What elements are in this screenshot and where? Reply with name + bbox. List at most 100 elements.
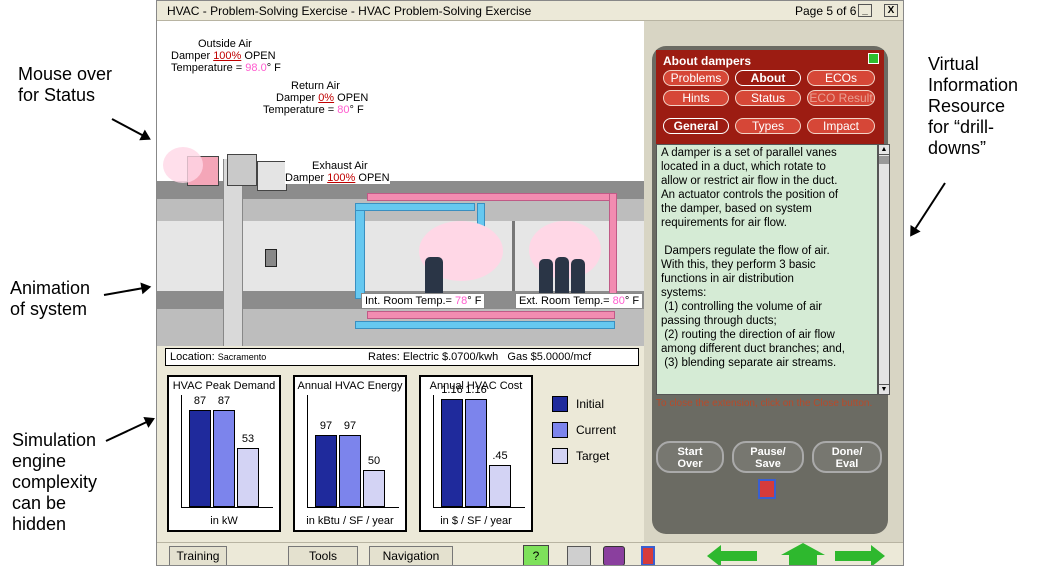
chart-bar-target (363, 470, 385, 507)
window-title: HVAC - Problem-Solving Exercise - HVAC P… (167, 4, 532, 18)
label: ° F (467, 295, 482, 307)
wall-switch-icon (265, 249, 277, 267)
chart-bar-value: 1.16 (465, 384, 487, 396)
label: OPEN (355, 172, 390, 184)
tab-about[interactable]: About (735, 70, 801, 86)
int-room-temp[interactable]: Int. Room Temp.= 78° F (361, 293, 486, 309)
navigation-button[interactable]: Navigation (369, 546, 453, 565)
close-message: To close the extension, click on the Clo… (656, 398, 873, 409)
occupant-icon (425, 257, 443, 293)
chart-bar-value: 1.16 (441, 384, 463, 396)
home-icon[interactable] (781, 543, 825, 566)
panel-title: About dampers (663, 54, 752, 68)
training-indicator: Training (169, 546, 227, 565)
label: Damper (276, 92, 319, 104)
return-air-status[interactable]: Return Air Damper 0% OPEN Temperature = … (263, 80, 368, 116)
minimize-button[interactable]: _ (858, 4, 872, 17)
back-arrow-icon[interactable] (707, 545, 757, 566)
chart-bar-value: 87 (217, 395, 231, 407)
scrollbar[interactable]: ▲ ▼ (878, 144, 890, 395)
location-value: Sacramento (217, 352, 267, 362)
annotation-arrow-icon (103, 286, 150, 296)
y-axis (433, 395, 434, 507)
chart-bar-initial (189, 410, 211, 507)
subtab-general[interactable]: General (663, 118, 729, 134)
label: Int. Room Temp.= (365, 295, 455, 307)
label: Temperature = (263, 104, 338, 116)
book-icon[interactable] (603, 546, 625, 565)
occupant-icon (555, 257, 569, 293)
chart-unit: in kW (210, 515, 238, 527)
annotation-arrow-icon (105, 418, 154, 442)
chart-bar-target (489, 465, 511, 507)
chart-bar-current (465, 399, 487, 507)
hvac-animation: Outside Air Damper 100% OPEN Temperature… (157, 21, 645, 346)
annotation-virtual: Virtual Information Resource for “drill-dow… (928, 54, 1019, 158)
tab-hints[interactable]: Hints (663, 90, 729, 106)
annotation-simulation: Simulation engine complexity can be hidden (12, 430, 98, 534)
label: Ext. Room Temp.= (519, 295, 613, 307)
legend-label-target: Target (576, 449, 610, 463)
label: Damper (171, 50, 214, 62)
return-air-temp-value: 80 (337, 104, 350, 116)
label: Temperature = (171, 62, 246, 74)
info-text: A damper is a set of parallel vanes loca… (656, 144, 878, 395)
scroll-thumb[interactable] (879, 156, 889, 164)
tools-button[interactable]: Tools (288, 546, 358, 565)
chart-bar-value: 53 (241, 433, 255, 445)
subtab-impact[interactable]: Impact (807, 118, 875, 134)
label: Done/ (831, 446, 863, 458)
outside-air-damper-value: 100% (213, 50, 242, 62)
x-axis (307, 507, 399, 508)
location: Location: Sacramento (170, 351, 266, 363)
legend-swatch-target (552, 448, 568, 464)
forward-arrow-icon[interactable] (835, 545, 885, 566)
exit-door-icon[interactable] (641, 546, 655, 565)
done-eval-button[interactable]: Done/Eval (812, 441, 882, 473)
print-icon[interactable] (567, 546, 591, 565)
scroll-up-icon[interactable]: ▲ (879, 145, 889, 155)
start-over-button[interactable]: Start Over (656, 441, 724, 473)
outside-air-temp: Temperature = 98.0° F (171, 62, 281, 74)
x-axis (181, 507, 273, 508)
supply-duct (355, 203, 365, 299)
cube-logo-icon (758, 479, 776, 499)
wall-divider (512, 221, 515, 291)
exhaust-air-title: Exhaust Air (312, 160, 368, 172)
page-indicator: Page 5 of 6 (795, 4, 857, 18)
exhaust-air-status[interactable]: Exhaust Air Damper 100% OPEN (285, 160, 390, 184)
tab-status[interactable]: Status (735, 90, 801, 106)
chart-annual-energy: Annual HVAC Energy in kBtu / SF / year 9… (293, 375, 407, 532)
pause-save-button[interactable]: Pause/Save (732, 441, 804, 473)
tab-eco-result[interactable]: ECO Result (807, 90, 875, 106)
tab-ecos[interactable]: ECOs (807, 70, 875, 86)
exhaust-air-damper: Damper 100% OPEN (285, 172, 390, 184)
outside-air-status[interactable]: Outside Air Damper 100% OPEN Temperature… (171, 38, 281, 74)
annotation-mouse-over: Mouse over for Status (18, 64, 113, 105)
exhaust-air-damper-icon (257, 161, 287, 191)
scroll-down-icon[interactable]: ▼ (879, 384, 889, 394)
expand-icon[interactable] (868, 53, 879, 64)
label: Pause/ (750, 446, 786, 458)
panel-header: About dampers Problems About ECOs Hints … (656, 50, 884, 144)
label: Save (755, 458, 781, 470)
chart-bar-current (339, 435, 361, 507)
close-button[interactable]: X (884, 4, 898, 17)
tab-problems[interactable]: Problems (663, 70, 729, 86)
chart-bar-value: 97 (319, 420, 333, 432)
chart-title: HVAC Peak Demand (172, 380, 276, 392)
return-duct (367, 311, 615, 319)
chart-bar-current (213, 410, 235, 507)
return-air-damper: Damper 0% OPEN (263, 92, 368, 104)
help-icon[interactable]: ? (523, 545, 549, 565)
label: Over (677, 458, 703, 470)
chart-unit: in $ / SF / year (440, 515, 512, 527)
legend-label-current: Current (576, 423, 617, 437)
supply-duct (355, 203, 475, 211)
airflow-cloud (163, 147, 203, 183)
ext-room-temp[interactable]: Ext. Room Temp.= 80° F (515, 293, 644, 309)
label: Damper (285, 172, 328, 184)
exhaust-air-damper-value: 100% (327, 172, 356, 184)
subtab-types[interactable]: Types (735, 118, 801, 134)
legend-swatch-current (552, 422, 568, 438)
